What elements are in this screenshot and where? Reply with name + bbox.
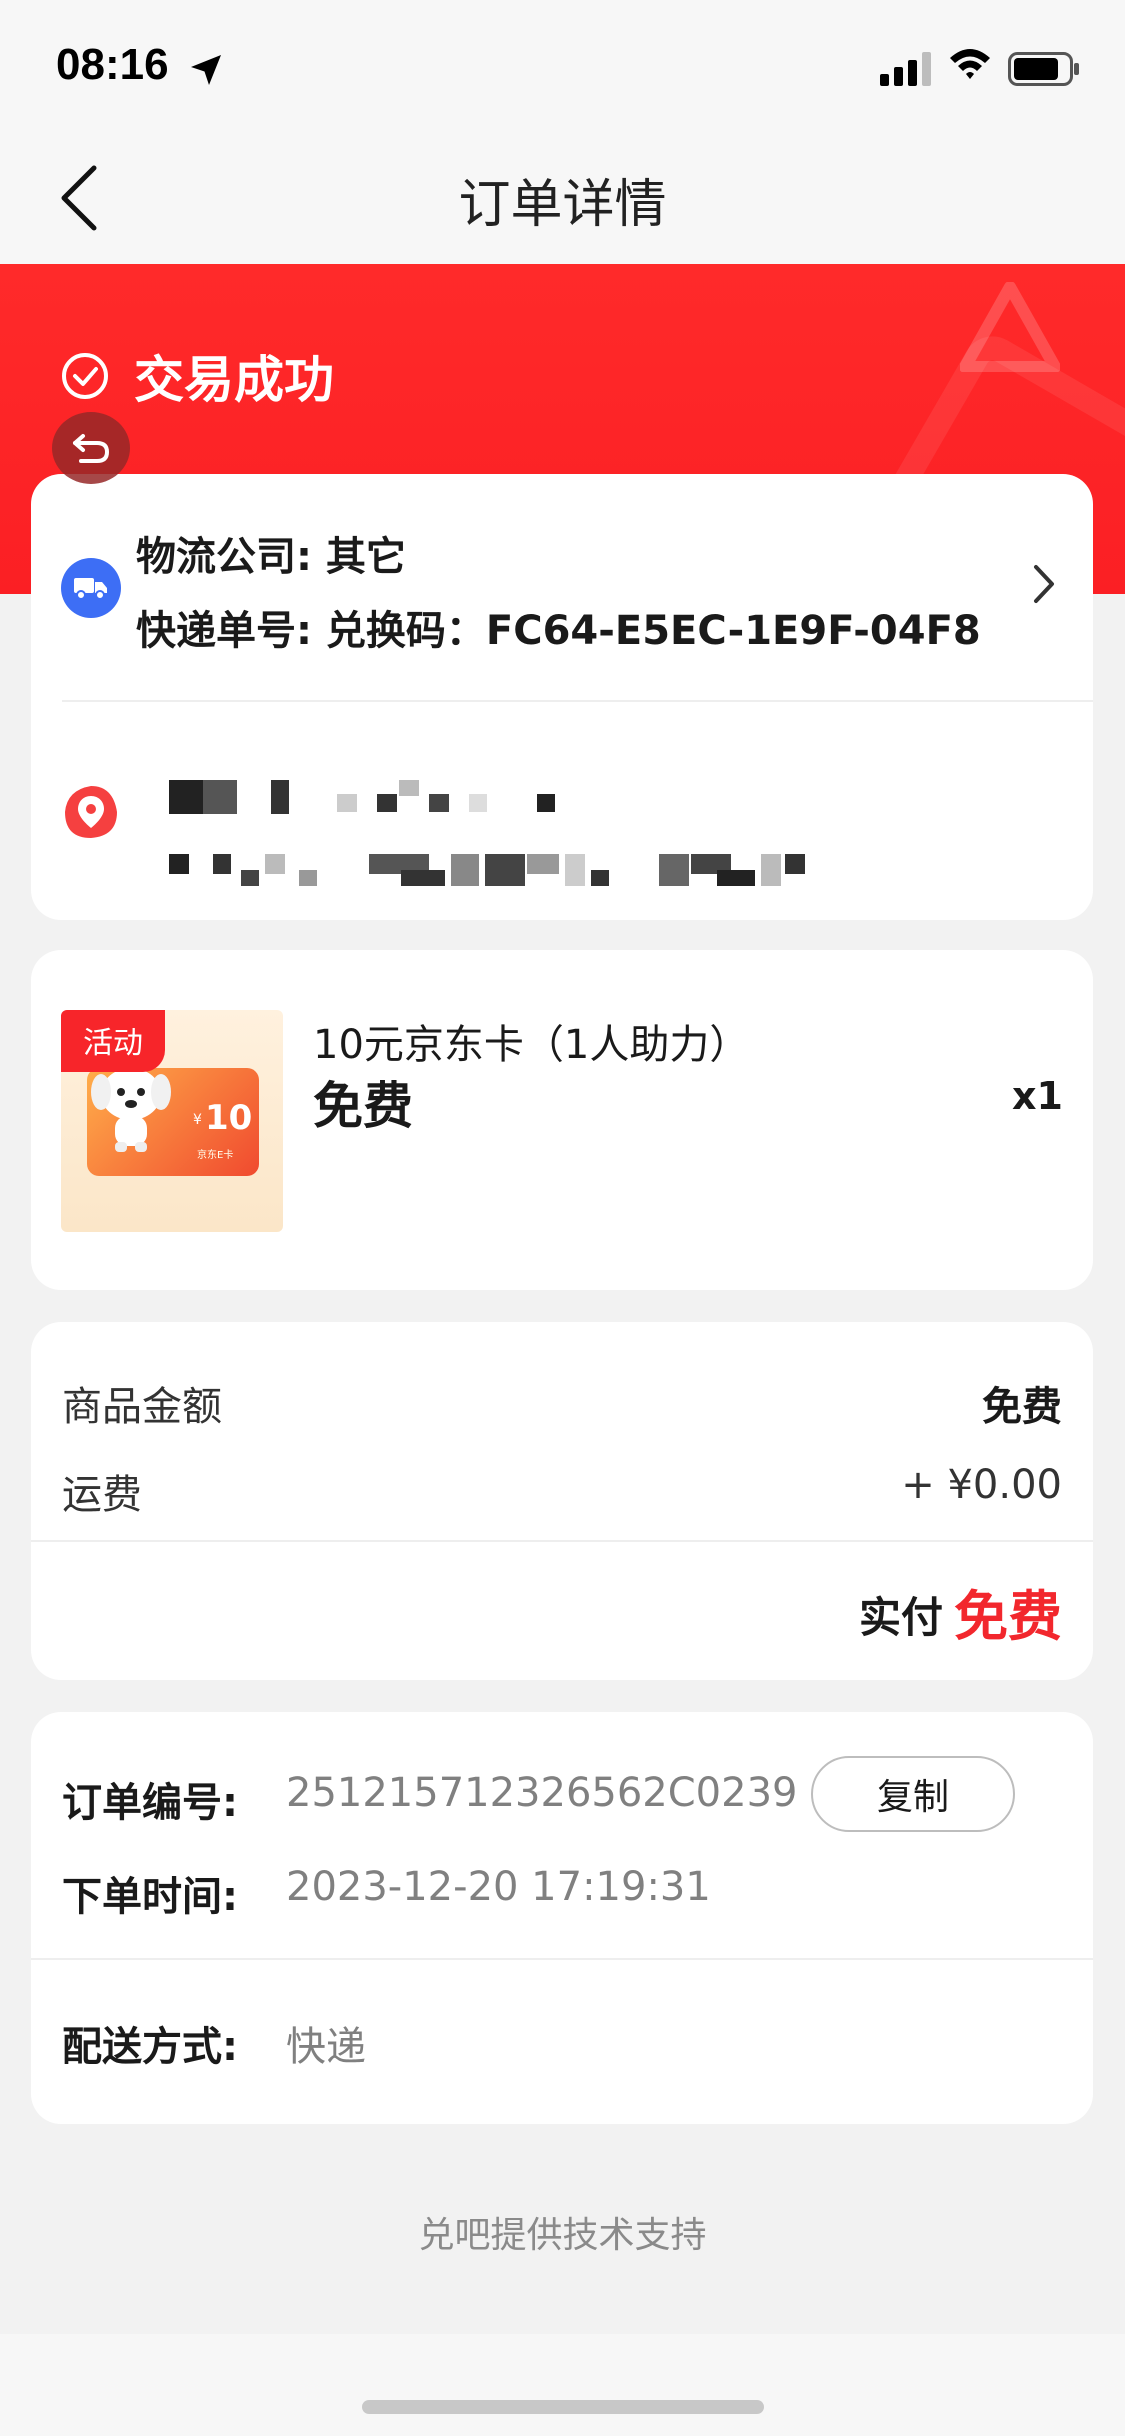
order-number-value: 251215712326562C0239 xyxy=(286,1770,798,1816)
chevron-right-icon[interactable] xyxy=(1031,562,1057,606)
banner-triangle-decoration xyxy=(960,282,1060,372)
product-image[interactable]: ¥ 10 京东E卡 活动 xyxy=(61,1010,283,1232)
battery-icon xyxy=(1008,52,1079,86)
divider xyxy=(31,1540,1093,1542)
check-circle-icon xyxy=(62,353,108,399)
shipping-fee-value: + ¥0.00 xyxy=(901,1462,1062,1508)
order-status-text: 交易成功 xyxy=(134,351,334,409)
activity-tag: 活动 xyxy=(61,1010,165,1072)
goods-amount-value: 免费 xyxy=(982,1384,1062,1430)
product-price: 免费 xyxy=(313,1077,413,1135)
return-arrow-icon xyxy=(73,434,110,463)
delivery-method-value: 快递 xyxy=(286,2024,366,2070)
paid-label: 实付 xyxy=(858,1593,943,1642)
cellular-signal-icon xyxy=(880,52,931,86)
divider xyxy=(62,700,1093,702)
wifi-icon xyxy=(950,49,990,79)
address-redacted xyxy=(139,758,979,886)
shipping-fee-label: 运费 xyxy=(62,1472,142,1518)
product-quantity: x1 xyxy=(1012,1074,1063,1118)
return-button[interactable] xyxy=(52,412,130,484)
page-title: 订单详情 xyxy=(458,175,667,235)
order-time-value: 2023-12-20 17:19:31 xyxy=(286,1864,711,1910)
gift-card-label: 京东E卡 xyxy=(197,1150,234,1161)
gift-card-currency: ¥ xyxy=(193,1112,202,1128)
location-arrow-icon xyxy=(191,55,221,85)
logistics-card[interactable]: 物流公司: 其它 快递单号: 兑换码：FC64-E5EC-1E9F-04F8 xyxy=(31,474,1093,920)
amount-card: 商品金额 免费 运费 + ¥0.00 实付 免费 xyxy=(31,1322,1093,1680)
divider xyxy=(31,1958,1093,1960)
order-number-label: 订单编号: xyxy=(62,1780,238,1826)
logistics-company: 物流公司: 其它 xyxy=(136,534,406,580)
truck-icon xyxy=(61,558,121,618)
order-info-card: 订单编号: 251215712326562C0239 复制 下单时间: 2023… xyxy=(31,1712,1093,2124)
gift-card-value: 10 xyxy=(205,1098,253,1138)
home-indicator[interactable] xyxy=(362,2400,764,2414)
nav-bar: 订单详情 xyxy=(0,130,1125,264)
product-card[interactable]: ¥ 10 京东E卡 活动 10元京东卡（1人助力） 免费 x1 xyxy=(31,950,1093,1290)
tracking-number: 快递单号: 兑换码：FC64-E5EC-1E9F-04F8 xyxy=(136,608,981,654)
jd-dog-mascot-icon xyxy=(91,1068,171,1152)
delivery-method-label: 配送方式: xyxy=(62,2024,238,2070)
status-bar: 08:16 xyxy=(0,0,1125,130)
location-pin-icon xyxy=(65,786,117,838)
tech-support-footer: 兑吧提供技术支持 xyxy=(418,2215,707,2256)
bottom-area xyxy=(0,2334,1125,2436)
goods-amount-label: 商品金额 xyxy=(62,1384,222,1430)
paid-value: 免费 xyxy=(954,1585,1062,1648)
product-name[interactable]: 10元京东卡（1人助力） xyxy=(313,1012,749,1070)
copy-button[interactable]: 复制 xyxy=(811,1756,1015,1832)
order-status: 交易成功 xyxy=(60,340,334,412)
order-time-label: 下单时间: xyxy=(62,1874,238,1920)
status-time: 08:16 xyxy=(56,40,169,89)
